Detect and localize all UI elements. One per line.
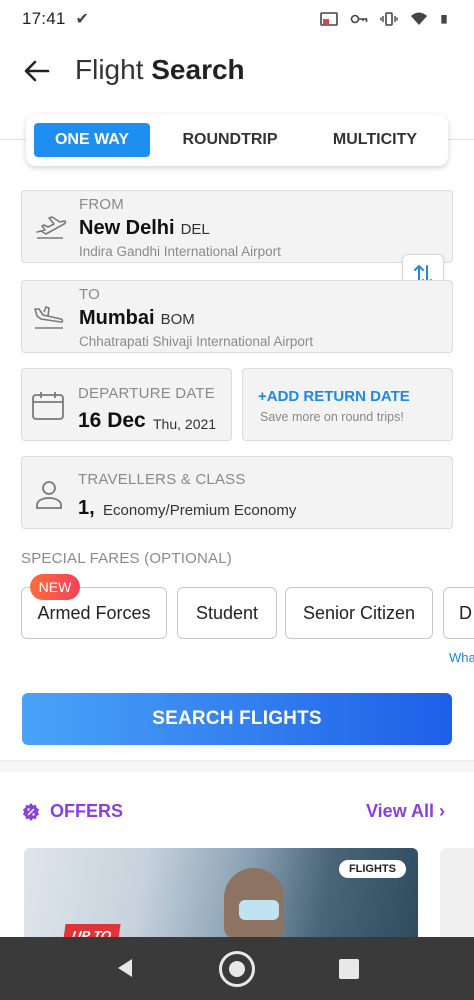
status-bar: 17:41 ✔ — [0, 0, 474, 38]
chevron-right-icon: › — [439, 801, 446, 821]
departure-label: DEPARTURE DATE — [78, 385, 215, 402]
travellers-count: 1, — [78, 497, 95, 519]
nav-home-dot — [229, 961, 245, 977]
what-is-this-link[interactable]: Wha — [449, 650, 474, 665]
fare-chip-senior-citizen[interactable]: Senior Citizen — [285, 587, 433, 639]
to-city: Mumbai BOM — [79, 307, 195, 330]
from-city: New Delhi DEL — [79, 217, 210, 240]
calendar-icon — [32, 392, 64, 420]
nav-back-icon[interactable] — [114, 957, 136, 979]
person-icon — [36, 481, 62, 509]
travellers-class: Economy/Premium Economy — [103, 502, 297, 519]
travellers-class-field[interactable]: TRAVELLERS & CLASS 1, Economy/Premium Ec… — [21, 456, 453, 529]
battery-icon — [441, 15, 447, 24]
takeoff-icon — [36, 216, 67, 239]
arrow-left-icon — [24, 60, 50, 82]
departure-date-field[interactable]: DEPARTURE DATE 16 Dec Thu, 2021 — [21, 368, 232, 441]
system-nav-bar — [0, 937, 474, 1000]
to-code: BOM — [160, 311, 195, 328]
tab-one-way[interactable]: ONE WAY — [34, 123, 150, 157]
to-label: TO — [79, 286, 100, 303]
new-badge: NEW — [30, 574, 80, 600]
status-time: 17:41 — [22, 9, 66, 28]
fare-chip-partial[interactable]: D — [443, 587, 474, 639]
mask-image — [239, 900, 279, 920]
to-city-name: Mumbai — [79, 307, 155, 329]
offer-card-next[interactable] — [440, 848, 474, 948]
view-all-link[interactable]: View All › — [366, 801, 445, 822]
to-airport: Chhatrapati Shivaji International Airpor… — [79, 334, 314, 349]
add-return-date[interactable]: +ADD RETURN DATE — [258, 388, 410, 405]
back-button[interactable] — [22, 56, 52, 86]
status-icons — [320, 12, 452, 26]
from-city-name: New Delhi — [79, 217, 175, 239]
from-code: DEL — [180, 221, 210, 238]
page-title: Flight Search — [75, 54, 245, 86]
return-subtitle: Save more on round trips! — [260, 410, 404, 424]
offer-badge-icon — [23, 803, 39, 821]
offers-label: OFFERS — [50, 801, 124, 821]
vibrate-icon — [380, 12, 398, 26]
fare-chip-student[interactable]: Student — [177, 587, 277, 639]
nav-recents-icon[interactable] — [339, 959, 359, 979]
departure-day-year: Thu, 2021 — [153, 416, 217, 432]
from-label: FROM — [79, 196, 124, 213]
section-divider — [0, 760, 474, 772]
cast-icon — [320, 12, 338, 26]
tab-roundtrip[interactable]: ROUNDTRIP — [150, 123, 310, 157]
view-all-text: View All — [366, 801, 435, 821]
check-icon: ✔ — [75, 11, 89, 28]
departure-date: 16 Dec — [78, 409, 146, 432]
page-title-light: Flight — [75, 54, 144, 85]
from-field[interactable]: FROM New Delhi DEL Indira Gandhi Internat… — [21, 190, 453, 263]
from-airport: Indira Gandhi International Airport — [79, 244, 281, 259]
to-field[interactable]: TO Mumbai BOM Chhatrapati Shivaji Interna… — [21, 280, 453, 353]
wifi-icon — [411, 12, 427, 25]
nav-home-icon[interactable] — [219, 951, 255, 987]
key-icon — [350, 14, 368, 24]
trip-type-tabs: ONE WAY ROUNDTRIP MULTICITY — [26, 114, 448, 166]
tab-multicity[interactable]: MULTICITY — [310, 123, 440, 157]
landing-icon — [34, 306, 64, 329]
search-flights-button[interactable]: SEARCH FLIGHTS — [22, 693, 452, 745]
offer-card[interactable]: FLIGHTS UP TO — [24, 848, 418, 948]
app-header: Flight Search — [0, 48, 474, 98]
travellers-label: TRAVELLERS & CLASS — [78, 471, 246, 488]
offer-category-tag: FLIGHTS — [338, 860, 406, 878]
page-title-bold: Search — [151, 54, 245, 85]
special-fares-label: SPECIAL FARES (OPTIONAL) — [21, 550, 232, 567]
